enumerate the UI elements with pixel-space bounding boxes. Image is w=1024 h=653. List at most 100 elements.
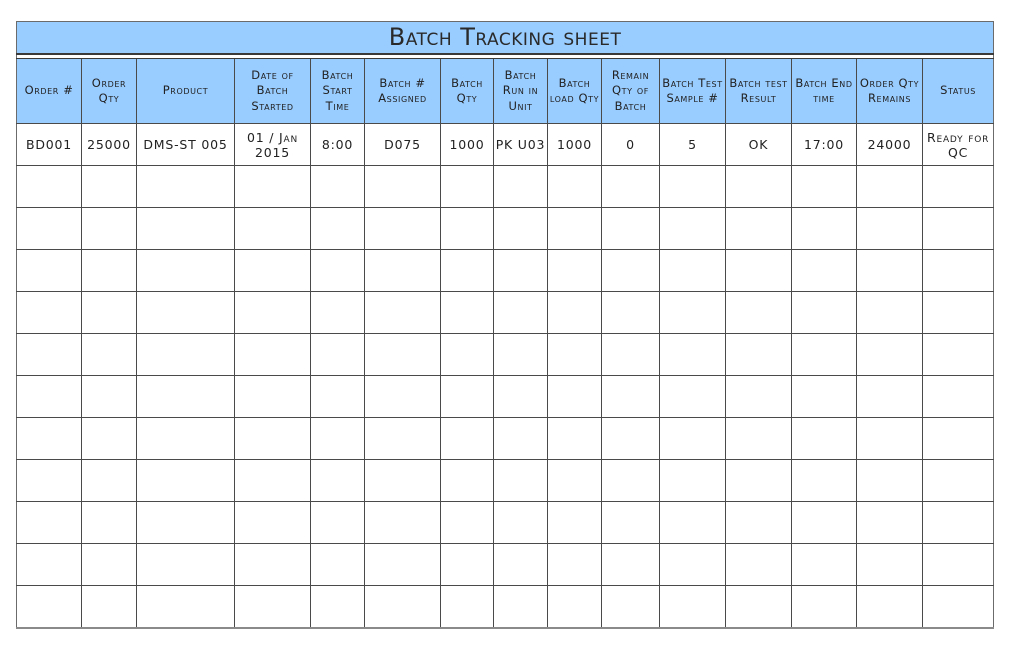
table-cell[interactable] bbox=[601, 543, 660, 586]
table-cell[interactable] bbox=[856, 207, 923, 250]
table-cell[interactable] bbox=[725, 291, 792, 334]
table-cell[interactable] bbox=[725, 333, 792, 376]
table-cell[interactable] bbox=[81, 417, 137, 460]
table-cell[interactable] bbox=[364, 249, 441, 292]
table-cell[interactable] bbox=[856, 501, 923, 544]
table-cell[interactable] bbox=[791, 459, 857, 502]
table-cell[interactable] bbox=[856, 165, 923, 208]
table-cell[interactable] bbox=[440, 543, 494, 586]
table-cell[interactable] bbox=[493, 417, 548, 460]
table-cell[interactable] bbox=[16, 585, 82, 629]
table-cell[interactable] bbox=[16, 459, 82, 502]
table-cell[interactable] bbox=[791, 543, 857, 586]
table-cell[interactable] bbox=[493, 501, 548, 544]
table-cell[interactable] bbox=[234, 165, 311, 208]
table-cell[interactable] bbox=[364, 375, 441, 418]
table-cell[interactable] bbox=[601, 501, 660, 544]
table-cell[interactable] bbox=[310, 165, 365, 208]
table-cell[interactable] bbox=[547, 543, 602, 586]
table-cell[interactable] bbox=[791, 375, 857, 418]
table-cell[interactable] bbox=[310, 291, 365, 334]
table-cell[interactable] bbox=[16, 249, 82, 292]
table-cell[interactable] bbox=[856, 543, 923, 586]
table-cell[interactable] bbox=[601, 417, 660, 460]
table-cell[interactable] bbox=[791, 585, 857, 629]
table-cell[interactable] bbox=[81, 459, 137, 502]
table-cell[interactable] bbox=[856, 333, 923, 376]
table-cell[interactable] bbox=[856, 585, 923, 629]
table-cell[interactable]: 8:00 bbox=[310, 123, 365, 166]
table-cell[interactable] bbox=[791, 207, 857, 250]
table-cell[interactable] bbox=[234, 333, 311, 376]
table-cell[interactable] bbox=[856, 375, 923, 418]
table-cell[interactable]: BD001 bbox=[16, 123, 82, 166]
table-cell[interactable] bbox=[659, 207, 726, 250]
table-cell[interactable] bbox=[725, 165, 792, 208]
table-cell[interactable] bbox=[601, 333, 660, 376]
table-cell[interactable] bbox=[16, 543, 82, 586]
table-cell[interactable]: DMS-ST 005 bbox=[136, 123, 235, 166]
table-cell[interactable] bbox=[921, 459, 995, 502]
table-cell[interactable] bbox=[136, 165, 235, 208]
table-cell[interactable] bbox=[136, 417, 235, 460]
table-cell[interactable] bbox=[81, 543, 137, 586]
table-cell[interactable] bbox=[659, 543, 726, 586]
table-cell[interactable] bbox=[856, 417, 923, 460]
table-cell[interactable] bbox=[725, 207, 792, 250]
table-cell[interactable] bbox=[234, 291, 311, 334]
table-cell[interactable] bbox=[921, 417, 995, 460]
table-cell[interactable]: 17:00 bbox=[791, 123, 857, 166]
table-cell[interactable] bbox=[136, 249, 235, 292]
table-cell[interactable]: 24000 bbox=[856, 123, 923, 166]
table-cell[interactable] bbox=[493, 585, 548, 629]
table-cell[interactable] bbox=[310, 249, 365, 292]
table-cell[interactable] bbox=[16, 501, 82, 544]
table-cell[interactable] bbox=[310, 459, 365, 502]
table-cell[interactable] bbox=[725, 375, 792, 418]
table-cell[interactable] bbox=[921, 333, 995, 376]
table-cell[interactable] bbox=[659, 417, 726, 460]
table-cell[interactable] bbox=[364, 165, 441, 208]
table-cell[interactable] bbox=[440, 585, 494, 629]
table-cell[interactable] bbox=[364, 459, 441, 502]
table-cell[interactable] bbox=[364, 333, 441, 376]
table-cell[interactable] bbox=[310, 501, 365, 544]
table-cell[interactable] bbox=[547, 207, 602, 250]
table-cell[interactable] bbox=[493, 165, 548, 208]
table-cell[interactable] bbox=[234, 417, 311, 460]
table-cell[interactable]: Ready for QC bbox=[921, 123, 995, 166]
table-cell[interactable] bbox=[921, 291, 995, 334]
table-cell[interactable] bbox=[81, 375, 137, 418]
table-cell[interactable] bbox=[81, 207, 137, 250]
table-cell[interactable] bbox=[601, 207, 660, 250]
table-cell[interactable] bbox=[547, 165, 602, 208]
table-cell[interactable] bbox=[81, 585, 137, 629]
table-cell[interactable] bbox=[364, 501, 441, 544]
table-cell[interactable] bbox=[493, 291, 548, 334]
table-cell[interactable] bbox=[659, 291, 726, 334]
table-cell[interactable] bbox=[547, 249, 602, 292]
table-cell[interactable] bbox=[791, 501, 857, 544]
table-cell[interactable] bbox=[791, 249, 857, 292]
table-cell[interactable] bbox=[547, 333, 602, 376]
table-cell[interactable] bbox=[81, 291, 137, 334]
table-cell[interactable] bbox=[136, 585, 235, 629]
table-cell[interactable] bbox=[493, 207, 548, 250]
table-cell[interactable] bbox=[547, 501, 602, 544]
table-cell[interactable] bbox=[856, 249, 923, 292]
table-cell[interactable] bbox=[725, 501, 792, 544]
table-cell[interactable] bbox=[310, 585, 365, 629]
table-cell[interactable] bbox=[136, 543, 235, 586]
table-cell[interactable] bbox=[493, 459, 548, 502]
table-cell[interactable] bbox=[440, 417, 494, 460]
table-cell[interactable] bbox=[16, 333, 82, 376]
table-cell[interactable] bbox=[234, 249, 311, 292]
table-cell[interactable]: 5 bbox=[659, 123, 726, 166]
table-cell[interactable] bbox=[16, 291, 82, 334]
table-cell[interactable] bbox=[547, 417, 602, 460]
table-cell[interactable] bbox=[136, 501, 235, 544]
table-cell[interactable] bbox=[81, 249, 137, 292]
table-cell[interactable] bbox=[81, 501, 137, 544]
table-cell[interactable] bbox=[364, 417, 441, 460]
table-cell[interactable] bbox=[659, 249, 726, 292]
